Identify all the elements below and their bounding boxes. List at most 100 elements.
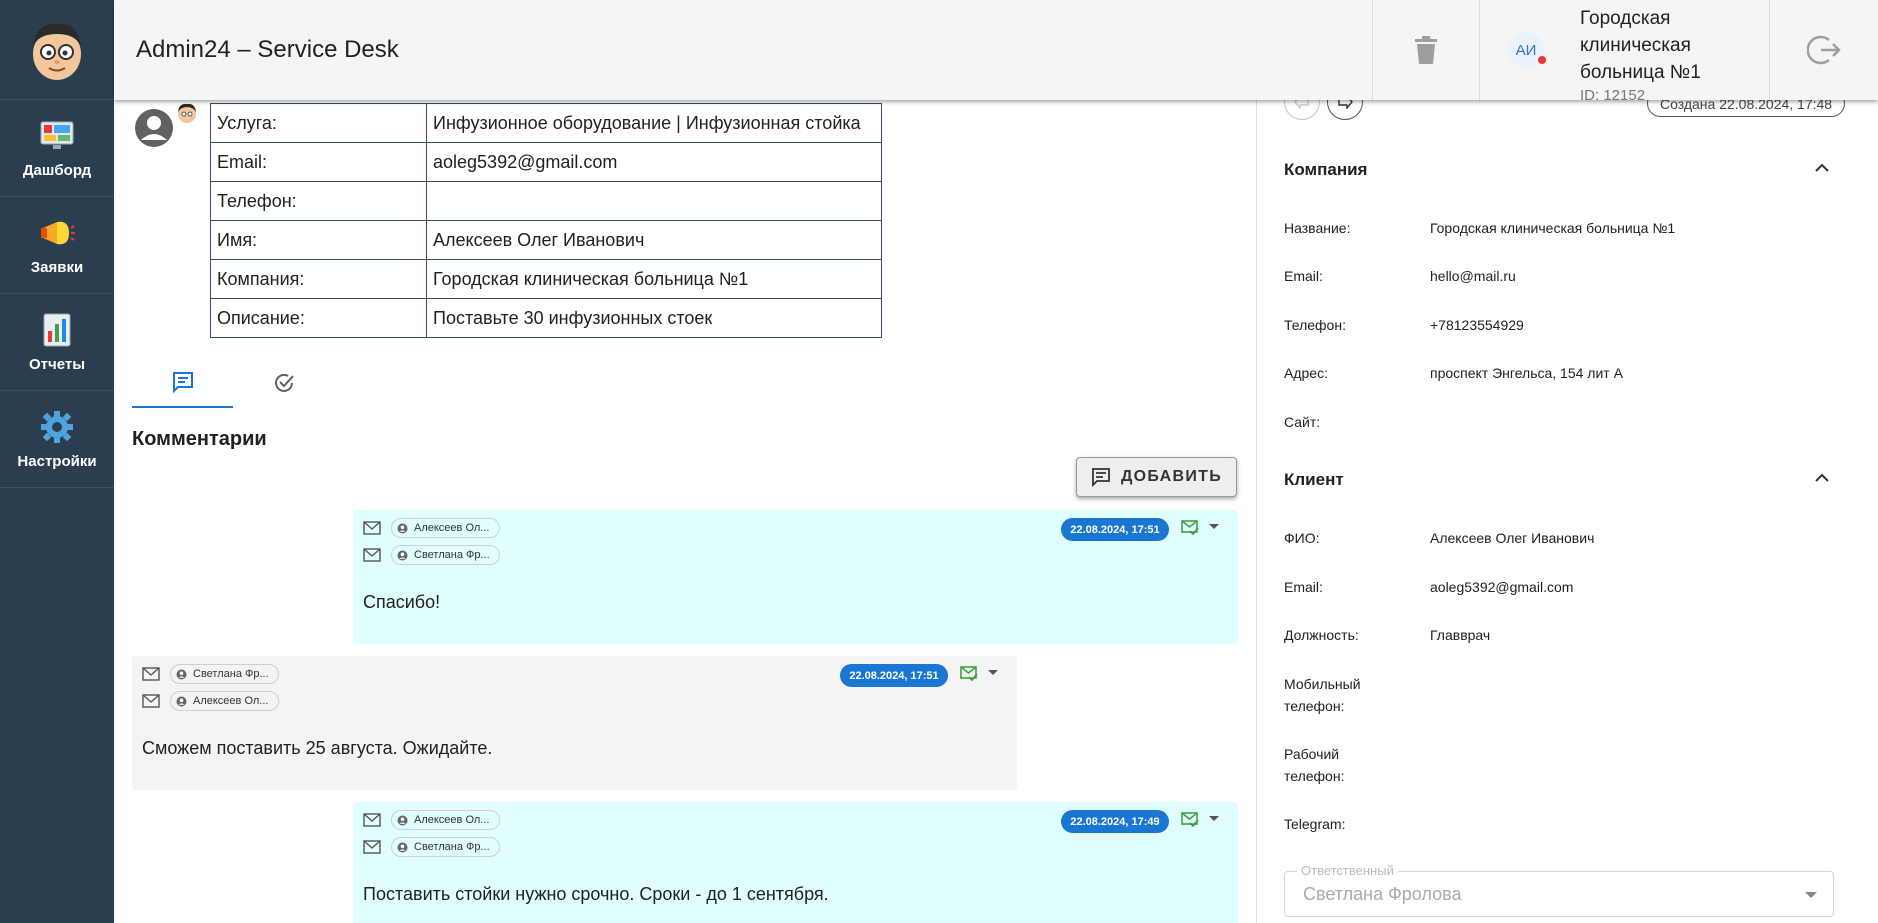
sender-name: Светлана Фр... (193, 668, 269, 680)
account-icon (397, 842, 408, 853)
logo[interactable] (0, 0, 114, 100)
comment-item: Алексеев Ол... Светлана Фр... 22.08.2024… (353, 510, 1238, 644)
sidebar: Дашборд Заявки Отчеты Настройки (0, 0, 114, 923)
comment-menu-caret[interactable] (1209, 524, 1219, 529)
comment-menu-caret[interactable] (1209, 816, 1219, 821)
client-id: ID: 12152 (1580, 86, 1646, 101)
sidebar-item-label: Дашборд (22, 161, 92, 179)
ticket-main: Услуга: Инфузионное оборудование | Инфуз… (114, 100, 1256, 923)
mail-in-icon (142, 694, 160, 708)
logout-button[interactable] (1770, 0, 1878, 100)
sidebar-item-label: Заявки (30, 258, 84, 276)
company-name-label: Название: (1284, 220, 1351, 236)
recipient-name: Светлана Фр... (414, 549, 490, 561)
client-fio-label: ФИО: (1284, 530, 1320, 546)
comment-item: Алексеев Ол... Светлана Фр... 22.08.2024… (353, 802, 1238, 923)
mail-in-icon (363, 548, 381, 562)
client-mobile-label: Мобильный телефон: (1284, 676, 1361, 714)
sidebar-item-dashboard[interactable]: Дашборд (0, 100, 114, 197)
avatar-logo-icon (33, 23, 81, 80)
arrow-left-icon (1294, 100, 1309, 109)
comment-text: Поставить стойки нужно срочно. Сроки - д… (363, 884, 829, 904)
mail-out-icon (363, 521, 381, 535)
account-icon (176, 696, 187, 707)
sender-name: Алексеев Ол... (414, 522, 490, 534)
user-icon (135, 109, 173, 147)
sidebar-item-settings[interactable]: Настройки (0, 391, 114, 488)
author-avatar-icon (178, 103, 196, 123)
dashboard-icon (39, 118, 75, 154)
client-email-value[interactable]: aoleg5392@gmail.com (1430, 576, 1573, 598)
client-position-label: Должность: (1284, 627, 1359, 643)
avatar: АИ (1508, 32, 1546, 68)
sidebar-item-label: Отчеты (28, 355, 86, 373)
mail-out-icon (142, 667, 160, 681)
dropdown-caret-icon (1805, 892, 1817, 898)
add-comment-label: ДОБАВИТЬ (1120, 468, 1223, 485)
check-circle-icon (274, 373, 294, 392)
prev-ticket-button[interactable] (1284, 100, 1320, 120)
company-address-label: Адрес: (1284, 365, 1328, 381)
mail-sent-icon (960, 665, 978, 686)
tab-comments[interactable] (132, 358, 233, 408)
add-comment-button[interactable]: ДОБАВИТЬ (1076, 457, 1237, 497)
recipient-name: Алексеев Ол... (193, 695, 269, 707)
chevron-up-icon[interactable] (1814, 162, 1830, 174)
comments-title: Комментарии (132, 428, 267, 450)
sender-chip[interactable]: Алексеев Ол... (391, 810, 500, 830)
info-value: Инфузионное оборудование | Инфузионная с… (426, 103, 882, 143)
company-email-value[interactable]: hello@mail.ru (1430, 265, 1516, 287)
client-name: Городская клиническая больница №1 (1580, 7, 1701, 83)
details-panel: Создана 22.08.2024, 17:48 Компания Назва… (1256, 100, 1878, 923)
client-section-title: Клиент (1284, 470, 1344, 489)
sidebar-item-reports[interactable]: Отчеты (0, 294, 114, 391)
info-value (426, 181, 882, 221)
responsible-select[interactable]: Ответственный Светлана Фролова (1284, 863, 1834, 917)
table-row: Компания: Городская клиническая больница… (210, 259, 882, 299)
ticket-info-table: Услуга: Инфузионное оборудование | Инфуз… (210, 103, 882, 338)
table-row: Описание: Поставьте 30 инфузионных стоек (210, 298, 882, 338)
sidebar-item-label: Настройки (17, 452, 97, 470)
comment-tabs (132, 358, 346, 408)
account-icon (176, 669, 187, 680)
info-key: Услуга: (210, 103, 427, 143)
next-ticket-button[interactable] (1327, 100, 1363, 120)
app-title: Admin24 – Service Desk (136, 36, 399, 63)
info-key: Имя: (210, 220, 427, 260)
comment-date: 22.08.2024, 17:51 (1061, 518, 1169, 541)
recipient-chip[interactable]: Алексеев Ол... (170, 691, 279, 711)
recipient-chip[interactable]: Светлана Фр... (391, 837, 500, 857)
delete-button[interactable] (1373, 0, 1479, 100)
comment-menu-caret[interactable] (988, 670, 998, 675)
comment-date: 22.08.2024, 17:51 (840, 664, 948, 687)
comment-from-row: Светлана Фр... (142, 664, 279, 684)
account-icon (397, 550, 408, 561)
sender-chip[interactable]: Светлана Фр... (170, 664, 279, 684)
mail-in-icon (363, 840, 381, 854)
table-row: Имя: Алексеев Олег Иванович (210, 220, 882, 260)
account-icon (397, 523, 408, 534)
sender-chip[interactable]: Алексеев Ол... (391, 518, 500, 538)
responsible-value: Светлана Фролова (1303, 884, 1462, 904)
comment-date: 22.08.2024, 17:49 (1061, 810, 1169, 833)
recipient-name: Светлана Фр... (414, 841, 490, 853)
company-phone-value[interactable]: +78123554929 (1430, 314, 1524, 336)
recipient-chip[interactable]: Светлана Фр... (391, 545, 500, 565)
mail-sent-icon (1181, 811, 1199, 832)
sidebar-item-tickets[interactable]: Заявки (0, 197, 114, 294)
client-card[interactable]: АИ Городская клиническая больница №1 ID:… (1480, 0, 1769, 100)
trash-icon (1415, 36, 1437, 64)
arrow-right-icon (1338, 100, 1353, 109)
comment-from-row: Алексеев Ол... (363, 810, 500, 830)
info-key: Email: (210, 142, 427, 182)
account-icon (397, 815, 408, 826)
tab-tasks[interactable] (233, 358, 334, 408)
status-dot (1538, 56, 1546, 64)
company-section-title: Компания (1284, 160, 1368, 179)
gear-icon (39, 409, 75, 445)
chevron-up-icon[interactable] (1814, 472, 1830, 484)
table-row: Телефон: (210, 181, 882, 221)
client-email-label: Email: (1284, 579, 1323, 595)
comment-text: Спасибо! (363, 592, 441, 612)
comment-to-row: Алексеев Ол... (142, 691, 279, 711)
